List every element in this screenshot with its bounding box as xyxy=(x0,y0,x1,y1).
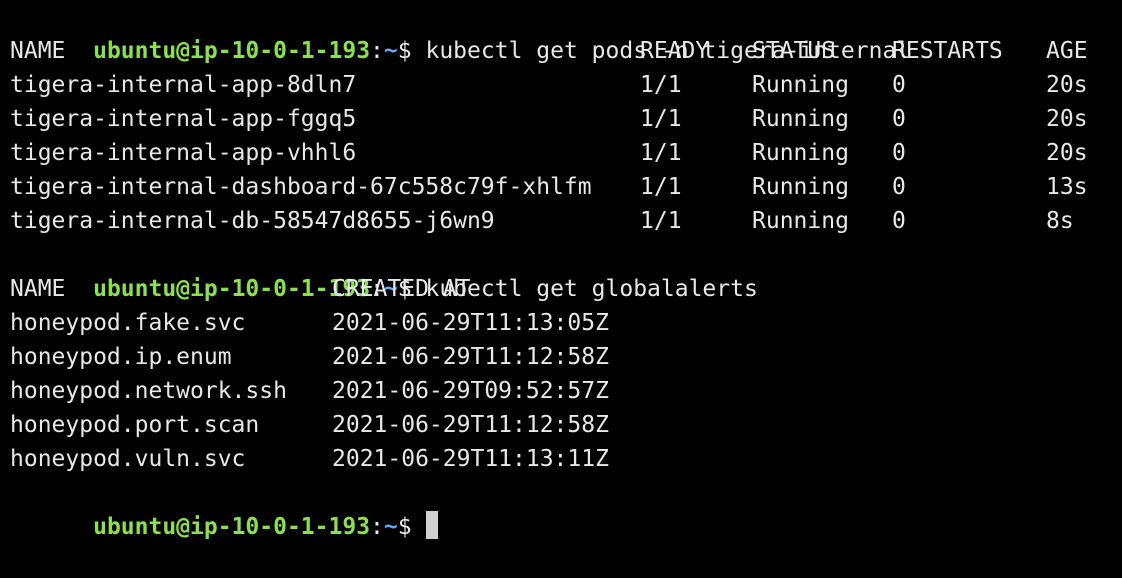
pod-name: tigera-internal-app-vhhl6 xyxy=(10,140,357,166)
pod-restarts: 0 xyxy=(892,106,906,132)
prompt-path: ~ xyxy=(383,514,398,540)
pod-age: 20s xyxy=(1046,72,1088,98)
table-header: NAME CREATED AT xyxy=(0,272,1122,306)
column-header-name: NAME xyxy=(10,38,66,64)
pod-ready: 1/1 xyxy=(640,140,682,166)
table-row: tigera-internal-dashboard-67c558c79f-xhl… xyxy=(0,170,1122,204)
pod-restarts: 0 xyxy=(892,72,906,98)
pod-status: Running xyxy=(752,208,849,234)
alert-created-at: 2021-06-29T09:52:57Z xyxy=(332,378,609,404)
alert-name: honeypod.fake.svc xyxy=(10,310,246,336)
prompt-colon: : xyxy=(370,514,384,540)
pod-name: tigera-internal-app-8dln7 xyxy=(10,72,357,98)
alert-created-at: 2021-06-29T11:13:05Z xyxy=(332,310,609,336)
pod-age: 8s xyxy=(1046,208,1074,234)
pod-restarts: 0 xyxy=(892,208,906,234)
column-header-name: NAME xyxy=(10,276,66,302)
pod-status: Running xyxy=(752,72,849,98)
prompt-dollar: $ xyxy=(397,514,412,540)
pod-name: tigera-internal-db-58547d8655-j6wn9 xyxy=(10,208,495,234)
column-header-age: AGE xyxy=(1046,38,1088,64)
pod-age: 20s xyxy=(1046,106,1088,132)
alert-name: honeypod.port.scan xyxy=(10,412,260,438)
table-row: tigera-internal-db-58547d8655-j6wn9 1/1 … xyxy=(0,204,1122,238)
column-header-ready: READY xyxy=(640,38,710,64)
prompt-user-host: ubuntu@ip-10-0-1-193 xyxy=(93,514,371,540)
alert-name: honeypod.vuln.svc xyxy=(10,446,246,472)
table-row: honeypod.fake.svc 2021-06-29T11:13:05Z xyxy=(0,306,1122,340)
pod-status: Running xyxy=(752,106,849,132)
alert-created-at: 2021-06-29T11:12:58Z xyxy=(332,412,609,438)
alert-name: honeypod.network.ssh xyxy=(10,378,287,404)
table-row: honeypod.ip.enum 2021-06-29T11:12:58Z xyxy=(0,340,1122,374)
prompt-line-1: ubuntu@ip-10-0-1-193:~$ kubectl get pods… xyxy=(0,0,1122,64)
terminal-window[interactable]: ubuntu@ip-10-0-1-193:~$ kubectl get pods… xyxy=(0,0,1122,540)
pod-status: Running xyxy=(752,174,849,200)
table-row: tigera-internal-app-fggq5 1/1 Running 0 … xyxy=(0,102,1122,136)
table-row: honeypod.port.scan 2021-06-29T11:12:58Z xyxy=(0,408,1122,442)
column-header-restarts: RESTARTS xyxy=(892,38,1003,64)
pod-age: 20s xyxy=(1046,140,1088,166)
text-cursor[interactable] xyxy=(425,511,438,539)
table-header: NAME READY STATUS RESTARTS AGE xyxy=(0,34,1122,68)
column-header-created-at: CREATED AT xyxy=(332,276,471,302)
table-row: honeypod.network.ssh 2021-06-29T09:52:57… xyxy=(0,374,1122,408)
pod-ready: 1/1 xyxy=(640,72,682,98)
pod-ready: 1/1 xyxy=(640,208,682,234)
pod-status: Running xyxy=(752,140,849,166)
table-row: honeypod.vuln.svc 2021-06-29T11:13:11Z xyxy=(0,442,1122,476)
pod-ready: 1/1 xyxy=(640,106,682,132)
column-header-status: STATUS xyxy=(752,38,836,64)
prompt-line-3[interactable]: ubuntu@ip-10-0-1-193:~$ xyxy=(0,476,1122,540)
pod-ready: 1/1 xyxy=(640,174,682,200)
pod-restarts: 0 xyxy=(892,174,906,200)
table-row: tigera-internal-app-vhhl6 1/1 Running 0 … xyxy=(0,136,1122,170)
alert-created-at: 2021-06-29T11:13:11Z xyxy=(332,446,609,472)
alert-created-at: 2021-06-29T11:12:58Z xyxy=(332,344,609,370)
prompt-line-2: ubuntu@ip-10-0-1-193:~$ kubectl get glob… xyxy=(0,238,1122,302)
table-row: tigera-internal-app-8dln7 1/1 Running 0 … xyxy=(0,68,1122,102)
pod-age: 13s xyxy=(1046,174,1088,200)
alert-name: honeypod.ip.enum xyxy=(10,344,232,370)
pod-name: tigera-internal-app-fggq5 xyxy=(10,106,357,132)
pod-name: tigera-internal-dashboard-67c558c79f-xhl… xyxy=(10,174,592,200)
pod-restarts: 0 xyxy=(892,140,906,166)
